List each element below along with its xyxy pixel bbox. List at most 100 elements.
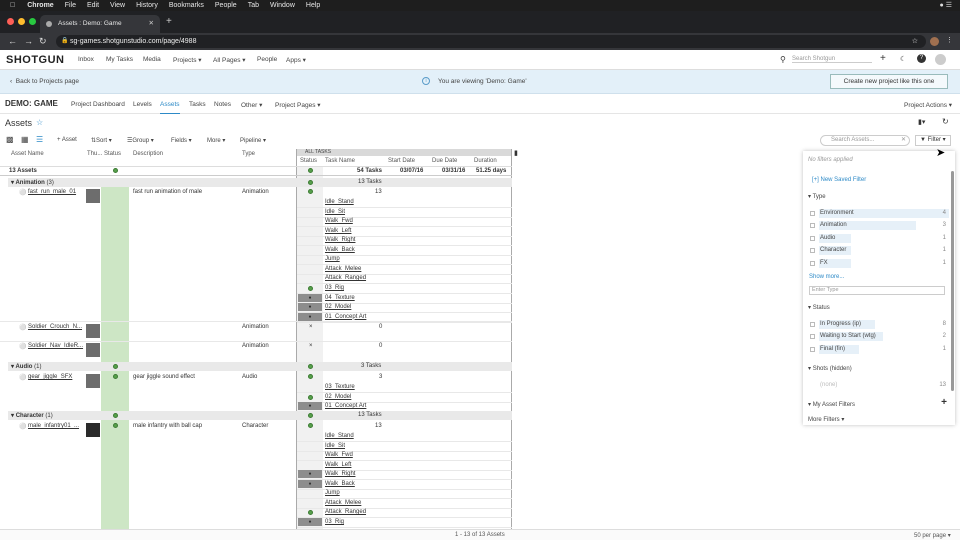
asset-thumbnail[interactable] bbox=[86, 343, 100, 357]
type-input[interactable]: Enter Type bbox=[809, 286, 945, 295]
task-name[interactable]: Idle_Stand bbox=[325, 433, 354, 439]
asset-thumbnail[interactable] bbox=[86, 423, 100, 437]
clear-search-icon[interactable]: ✕ bbox=[901, 136, 906, 145]
tab-notes[interactable]: Notes bbox=[214, 101, 231, 108]
type-filter-checkbox[interactable] bbox=[810, 248, 815, 254]
col-task-name[interactable]: Task Name bbox=[325, 158, 355, 164]
back-icon[interactable]: ← bbox=[8, 36, 17, 46]
type-filter-label[interactable]: Character bbox=[820, 247, 846, 253]
global-search-input[interactable]: Search Shotgun bbox=[792, 56, 872, 63]
menu-bookmarks[interactable]: Bookmarks bbox=[169, 2, 204, 9]
task-name[interactable]: Walk_Fwd bbox=[325, 218, 353, 224]
fields-menu[interactable]: Fields ▾ bbox=[171, 137, 192, 144]
thumbnail-view-icon[interactable]: ▩ bbox=[6, 135, 14, 144]
expand-column-icon[interactable]: ▮ bbox=[514, 149, 518, 157]
moon-icon[interactable]: ☾ bbox=[900, 55, 906, 63]
col-status[interactable]: Status bbox=[104, 151, 121, 157]
task-status-final[interactable]: ● bbox=[298, 312, 322, 321]
col-task-status[interactable]: Status bbox=[300, 158, 317, 164]
task-name[interactable]: Walk_Back bbox=[325, 247, 355, 253]
status-section-header[interactable]: ▾ Status bbox=[808, 304, 830, 311]
status-filter-checkbox[interactable] bbox=[810, 334, 815, 340]
filter-button[interactable]: ▼ Filter ▾ bbox=[915, 135, 951, 146]
task-name[interactable]: Attack_Melee bbox=[325, 500, 361, 506]
task-name[interactable]: Walk_Back bbox=[325, 481, 355, 487]
asset-thumbnail[interactable] bbox=[86, 374, 100, 388]
asset-type-gear-jiggle[interactable]: Audio bbox=[242, 374, 257, 380]
nav-my-tasks[interactable]: My Tasks bbox=[106, 56, 133, 63]
task-status-final[interactable]: ● bbox=[298, 517, 322, 526]
task-name[interactable]: Walk_Fwd bbox=[325, 452, 353, 458]
close-tab-icon[interactable]: ✕ bbox=[149, 15, 154, 33]
task-name[interactable]: Attack_Melee bbox=[325, 266, 361, 272]
group-menu[interactable]: ☰Group ▾ bbox=[127, 137, 154, 144]
type-filter-checkbox[interactable] bbox=[810, 211, 815, 216]
add-icon[interactable]: + bbox=[880, 53, 886, 64]
asset-type-male-infantry[interactable]: Character bbox=[242, 423, 268, 429]
browser-tab[interactable]: Assets : Demo: Game ✕ bbox=[40, 15, 160, 33]
task-name[interactable]: 03_Texture bbox=[325, 384, 355, 390]
asset-status-dot[interactable] bbox=[113, 423, 118, 428]
profile-avatar[interactable] bbox=[930, 37, 939, 46]
nav-media[interactable]: Media bbox=[143, 56, 161, 63]
col-type[interactable]: Type bbox=[242, 151, 255, 157]
more-filters-menu[interactable]: More Filters ▾ bbox=[808, 416, 844, 423]
status-filter-label[interactable]: In Progress (ip) bbox=[820, 321, 861, 327]
col-start-date[interactable]: Start Date bbox=[388, 158, 415, 164]
group-row-character[interactable] bbox=[8, 411, 512, 420]
task-name[interactable]: Idle_Stand bbox=[325, 199, 354, 205]
task-name[interactable]: Attack_Ranged bbox=[325, 509, 366, 515]
menu-people[interactable]: People bbox=[215, 2, 237, 9]
menu-window[interactable]: Window bbox=[270, 2, 295, 9]
help-icon[interactable]: ? bbox=[917, 54, 926, 63]
refresh-icon[interactable]: ↻ bbox=[942, 117, 949, 126]
list-view-icon[interactable]: ☰ bbox=[36, 135, 43, 144]
task-name[interactable]: 02_Model bbox=[325, 394, 351, 400]
asset-thumbnail[interactable] bbox=[86, 189, 100, 203]
page-menu-icon[interactable]: ▮▾ bbox=[918, 118, 925, 126]
task-name[interactable]: 01_Concept Art bbox=[325, 314, 366, 320]
task-name[interactable]: Walk_Left bbox=[325, 228, 351, 234]
menu-view[interactable]: View bbox=[110, 2, 125, 9]
asset-search-input[interactable]: Search Assets... ✕ bbox=[820, 135, 910, 146]
menu-history[interactable]: History bbox=[136, 2, 158, 9]
task-status-final[interactable]: ● bbox=[298, 303, 322, 312]
asset-name-male-infantry[interactable]: male_infantry01_... bbox=[28, 423, 79, 429]
menu-chrome[interactable]: Chrome bbox=[27, 2, 53, 9]
tab-project-dashboard[interactable]: Project Dashboard bbox=[71, 101, 125, 108]
asset-status-dot[interactable] bbox=[113, 374, 118, 379]
create-project-button[interactable]: Create new project like this one bbox=[830, 74, 948, 89]
menu-help[interactable]: Help bbox=[306, 2, 320, 9]
more-menu[interactable]: More ▾ bbox=[207, 137, 225, 144]
task-name[interactable]: Jump bbox=[325, 490, 340, 496]
task-status-final[interactable]: ● bbox=[298, 402, 322, 411]
asset-name-fast-run[interactable]: fast_run_male_01 bbox=[28, 189, 76, 195]
bookmark-star-icon[interactable]: ☆ bbox=[912, 35, 918, 48]
type-filter-label[interactable]: FX bbox=[820, 260, 828, 266]
apple-icon[interactable]:  bbox=[10, 2, 15, 9]
task-name[interactable]: Attack_Ranged bbox=[325, 275, 366, 281]
zoom-window-icon[interactable] bbox=[29, 18, 36, 25]
menu-file[interactable]: File bbox=[65, 2, 76, 9]
type-filter-label[interactable]: Audio bbox=[820, 235, 835, 241]
col-thumbnail[interactable]: Thu... bbox=[87, 151, 102, 157]
back-to-projects-link[interactable]: ‹ Back to Projects page bbox=[10, 78, 79, 85]
status-filter-label[interactable]: Final (fin) bbox=[820, 346, 845, 352]
col-duration[interactable]: Duration bbox=[474, 158, 497, 164]
type-filter-label[interactable]: Animation bbox=[820, 222, 847, 228]
task-status-final[interactable]: ● bbox=[298, 470, 322, 479]
task-name[interactable]: 04_Texture bbox=[325, 295, 355, 301]
card-view-icon[interactable]: ▦ bbox=[21, 135, 29, 144]
menu-edit[interactable]: Edit bbox=[87, 2, 99, 9]
group-row-audio[interactable] bbox=[8, 362, 512, 371]
asset-desc-gear-jiggle[interactable]: gear jiggle sound effect bbox=[133, 374, 195, 380]
add-asset-button[interactable]: + Asset bbox=[57, 137, 77, 143]
panel-scrollbar[interactable] bbox=[951, 171, 954, 391]
col-due-date[interactable]: Due Date bbox=[432, 158, 457, 164]
task-status-final[interactable]: ● bbox=[298, 479, 322, 488]
task-name[interactable]: 02_Model bbox=[325, 304, 351, 310]
asset-desc-male-infantry[interactable]: male infantry with ball cap bbox=[133, 423, 202, 429]
task-name[interactable]: Walk_Right bbox=[325, 471, 355, 477]
task-name[interactable]: 03_Rig bbox=[325, 285, 344, 291]
asset-type-fast-run[interactable]: Animation bbox=[242, 189, 269, 195]
